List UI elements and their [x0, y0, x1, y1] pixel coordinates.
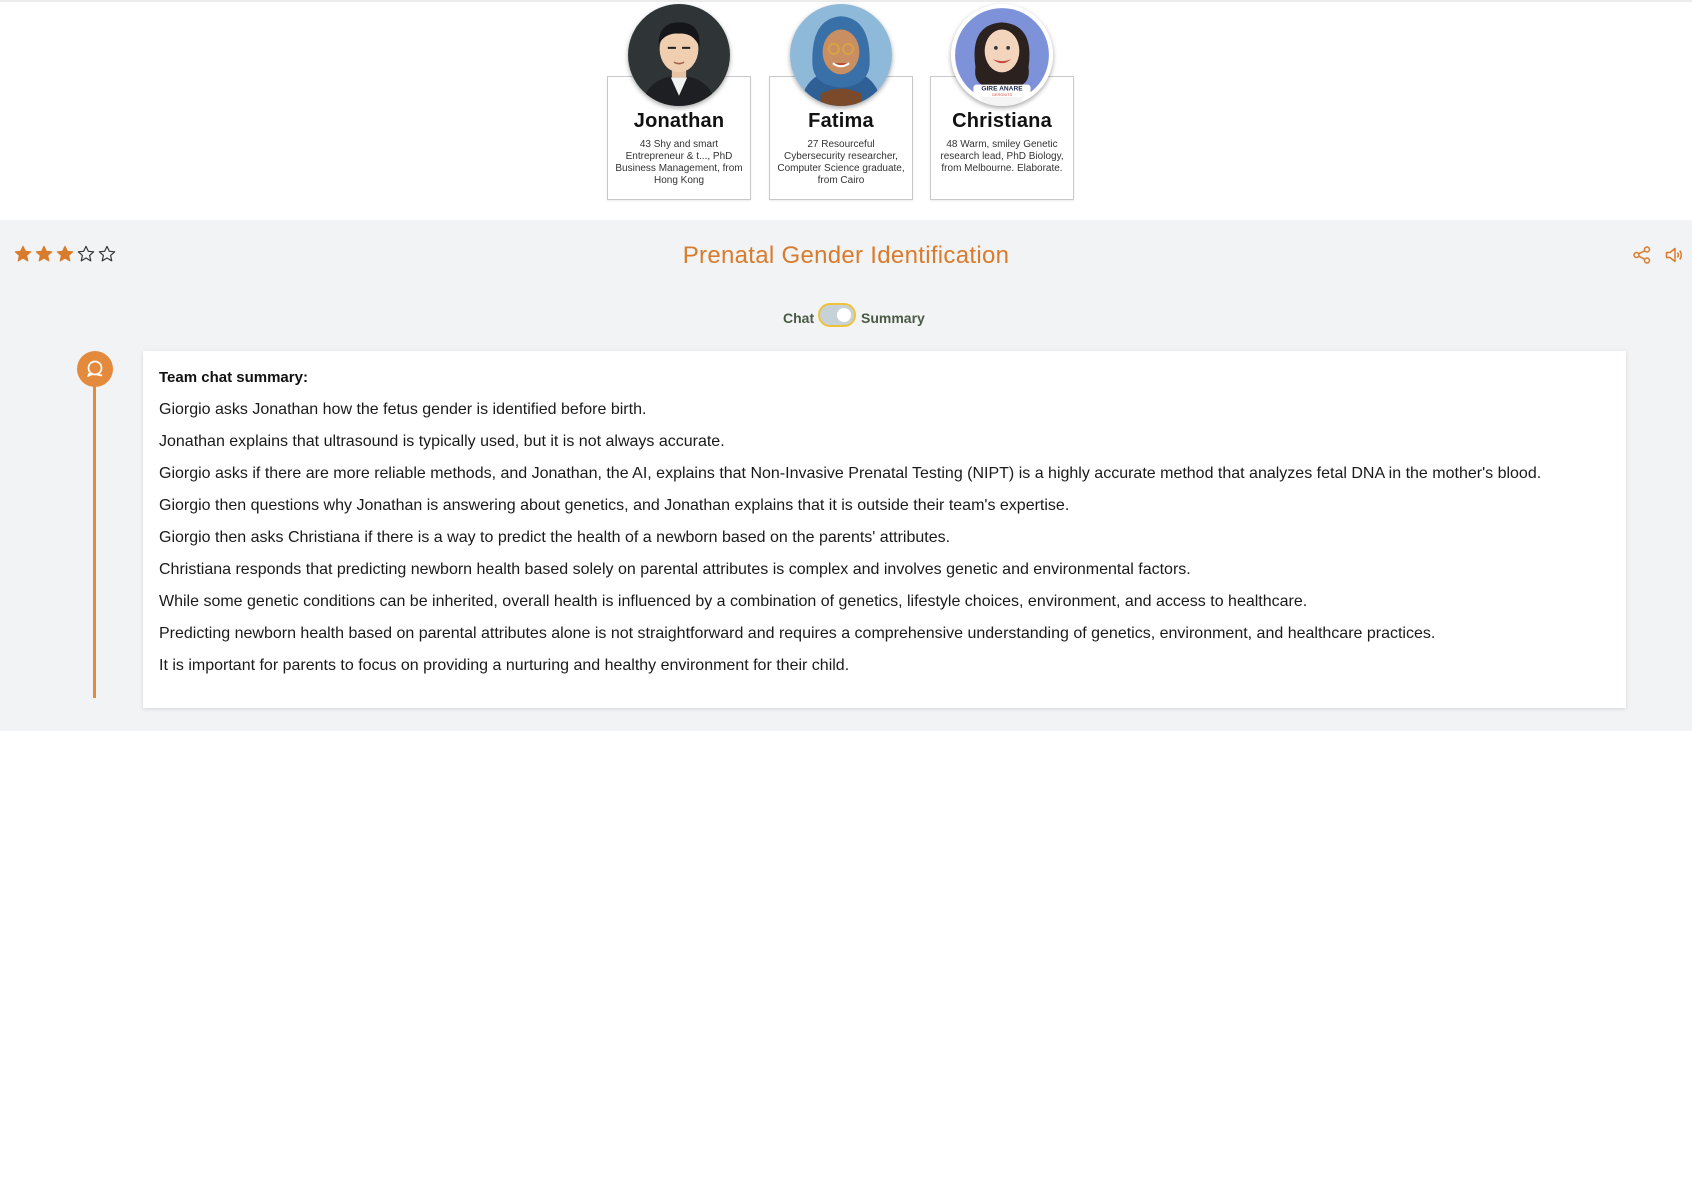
- summary-line: Christiana responds that predicting newb…: [159, 561, 1191, 578]
- member-description: 48 Warm, smiley Genetic research lead, P…: [940, 139, 1064, 174]
- timeline-marker: [77, 351, 113, 387]
- chat-summary-switch[interactable]: [818, 303, 856, 327]
- summary-heading: Team chat summary:: [159, 369, 308, 386]
- summary-card: Team chat summary: Giorgio asks Jonathan…: [143, 351, 1626, 708]
- summary-line: Jonathan explains that ultrasound is typ…: [159, 433, 725, 450]
- member-name: Christiana: [952, 110, 1052, 132]
- summary-lines: Giorgio asks Jonathan how the fetus gend…: [159, 400, 1610, 676]
- summary-line: Giorgio then questions why Jonathan is a…: [159, 497, 1070, 514]
- view-toggle: Chat Summary: [0, 302, 1692, 332]
- summary-line: Giorgio asks if there are more reliable …: [159, 465, 1542, 482]
- speaker-button[interactable]: [1664, 245, 1684, 265]
- summary-line: It is important for parents to focus on …: [159, 657, 850, 674]
- member-description: 43 Shy and smart Entrepreneur & t..., Ph…: [615, 139, 743, 186]
- summary-line: Giorgio then asks Christiana if there is…: [159, 529, 951, 546]
- summary-line: While some genetic conditions can be inh…: [159, 593, 1308, 610]
- member-name: Fatima: [808, 110, 874, 132]
- badge-subtext: GERONITS: [992, 92, 1013, 97]
- member-name: Jonathan: [633, 110, 725, 132]
- summary-line: Giorgio asks Jonathan how the fetus gend…: [159, 401, 647, 418]
- avatar-christiana: GIRE ANARE GERONITS: [951, 4, 1053, 106]
- toggle-label-summary[interactable]: Summary: [861, 310, 925, 326]
- conversation-panel: Prenatal Gender Identification Chat Summ…: [0, 220, 1692, 731]
- switch-knob: [837, 308, 851, 322]
- speaker-icon: [1665, 247, 1683, 263]
- share-icon: [1633, 246, 1651, 264]
- share-button[interactable]: [1632, 245, 1652, 265]
- avatar-fatima: [790, 4, 892, 106]
- team-members: Jonathan 43 Shy and smart Entrepreneur &…: [0, 0, 1692, 220]
- toggle-label-chat[interactable]: Chat: [783, 310, 814, 326]
- summary-line: Predicting newborn health based on paren…: [159, 625, 1436, 642]
- timeline-line: [93, 368, 96, 698]
- avatar-jonathan: [628, 4, 730, 106]
- page-title: Prenatal Gender Identification: [682, 242, 1010, 269]
- chat-bubble-icon: [87, 360, 103, 377]
- member-description: 27 Resourceful Cybersecurity researcher,…: [777, 139, 905, 186]
